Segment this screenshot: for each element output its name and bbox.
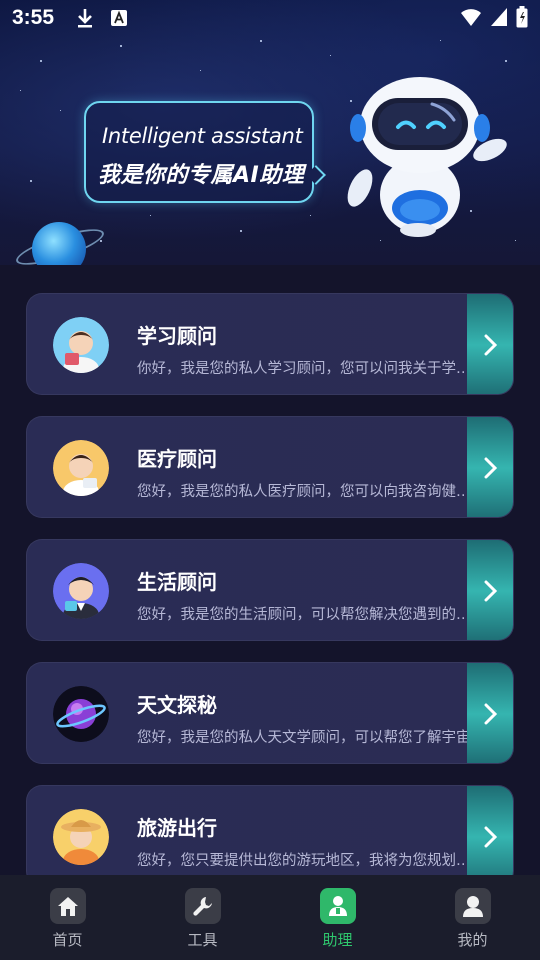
battery-icon (516, 6, 528, 28)
hero-chinese-text: 我是你的专属AI助理 (98, 163, 305, 188)
chevron-right-icon (484, 457, 497, 479)
nav-tools[interactable]: 工具 (135, 875, 270, 960)
traveler-avatar-icon (53, 809, 109, 865)
status-bar: 3:55 (0, 0, 540, 36)
planet-decoration (32, 222, 86, 265)
doctor-avatar-icon (53, 440, 109, 496)
chevron-right-icon (484, 826, 497, 848)
download-icon (78, 9, 93, 28)
card-title: 医疗顾问 (137, 447, 217, 471)
card-arrow-button[interactable] (467, 294, 513, 394)
card-title: 旅游出行 (137, 816, 217, 840)
nav-assistant-label: 助理 (322, 931, 353, 949)
card-description: 您好，我是您的生活顾问，可以帮您解决您遇到的问题 (137, 607, 473, 623)
card-description: 您好，您只要提供出您的游玩地区，我将为您规划行程 (137, 853, 473, 869)
nav-profile[interactable]: 我的 (405, 875, 540, 960)
card-description: 您好，我是您的私人天文学顾问，可以帮您了解宇宙 (137, 730, 471, 746)
card-medical-advisor[interactable]: 医疗顾问 您好，我是您的私人医疗顾问，您可以向我咨询健康问题 (26, 416, 514, 518)
bottom-navigation: 首页 工具 助理 我的 (0, 875, 540, 960)
chevron-right-icon (484, 334, 497, 356)
nav-assistant[interactable]: 助理 (270, 875, 405, 960)
card-description: 你好，我是您的私人学习顾问，您可以问我关于学习的问题 (137, 361, 473, 377)
wrench-icon (184, 888, 221, 924)
chevron-right-icon (484, 703, 497, 725)
nav-home[interactable]: 首页 (0, 875, 135, 960)
home-icon (49, 888, 86, 924)
card-study-advisor[interactable]: 学习顾问 你好，我是您的私人学习顾问，您可以问我关于学习的问题 (26, 293, 514, 395)
signal-icon (491, 8, 507, 26)
planet-avatar-icon (53, 686, 109, 742)
robot-mascot-icon (347, 77, 507, 237)
student-avatar-icon (53, 317, 109, 373)
card-title: 学习顾问 (137, 324, 217, 348)
nav-home-label: 首页 (52, 931, 83, 949)
nav-profile-label: 我的 (457, 931, 488, 949)
card-travel[interactable]: 旅游出行 您好，您只要提供出您的游玩地区，我将为您规划行程 (26, 785, 514, 887)
card-astronomy[interactable]: 天文探秘 您好，我是您的私人天文学顾问，可以帮您了解宇宙 (26, 662, 514, 764)
card-title: 生活顾问 (137, 570, 217, 594)
card-arrow-button[interactable] (467, 786, 513, 886)
card-life-advisor[interactable]: 生活顾问 您好，我是您的生活顾问，可以帮您解决您遇到的问题 (26, 539, 514, 641)
hero-banner: Intelligent assistant 我是你的专属AI助理 (0, 0, 540, 265)
card-arrow-button[interactable] (467, 663, 513, 763)
wifi-icon (461, 9, 481, 26)
life-avatar-icon (53, 563, 109, 619)
card-arrow-button[interactable] (467, 540, 513, 640)
profile-icon (454, 888, 491, 924)
assistant-icon (319, 888, 356, 924)
nav-tools-label: 工具 (187, 931, 218, 949)
card-description: 您好，我是您的私人医疗顾问，您可以向我咨询健康问题 (137, 484, 473, 500)
font-icon (111, 10, 128, 26)
card-title: 天文探秘 (137, 693, 217, 717)
status-time: 3:55 (12, 6, 55, 29)
chevron-right-icon (484, 580, 497, 602)
card-arrow-button[interactable] (467, 417, 513, 517)
hero-english-text: Intelligent assistant (102, 124, 303, 148)
